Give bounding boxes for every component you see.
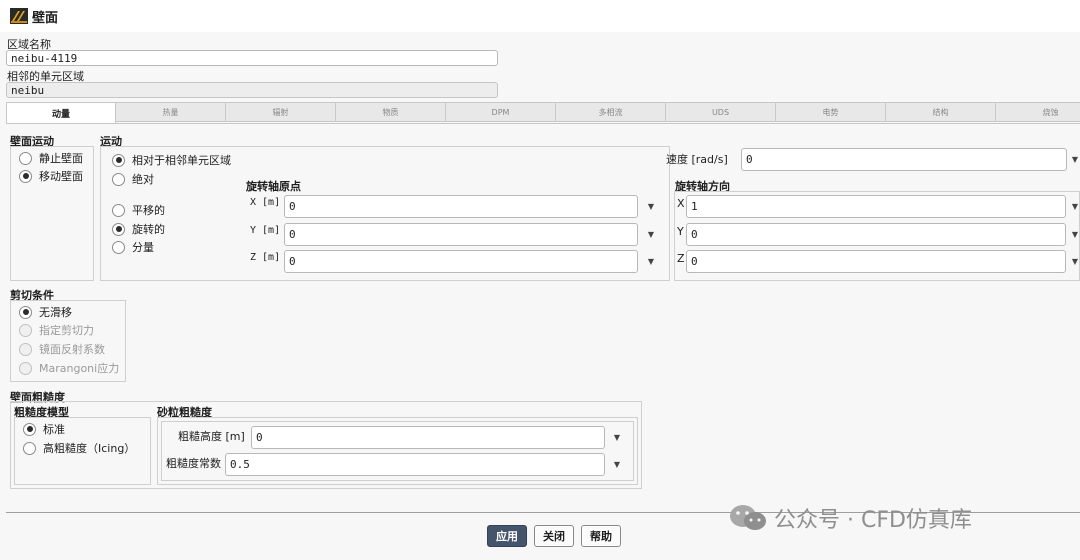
origin-y-label: Y [m]: [250, 225, 281, 236]
radio-button[interactable]: [19, 151, 32, 165]
radio-button[interactable]: [23, 441, 36, 455]
roughness-constant-input[interactable]: 0.5: [225, 453, 605, 476]
direction-x-input[interactable]: 1: [686, 195, 1066, 218]
help-button[interactable]: 帮助: [581, 525, 621, 547]
direction-z-input[interactable]: 0: [686, 250, 1066, 273]
radio-high-roughness-icing[interactable]: 高粗糙度（Icing）: [23, 439, 135, 457]
radio-marangoni-stress[interactable]: Marangoni应力: [19, 359, 119, 377]
wechat-icon: [730, 505, 766, 530]
zone-name-input[interactable]: neibu-4119: [6, 50, 498, 66]
origin-x-dropdown-icon[interactable]: ▼: [644, 195, 658, 217]
tab-momentum[interactable]: 动量: [6, 102, 116, 124]
radio-stationary-wall[interactable]: 静止壁面: [19, 149, 83, 167]
direction-z-label: Z: [677, 252, 685, 265]
origin-y-input[interactable]: 0: [284, 223, 638, 246]
radio-specified-shear[interactable]: 指定剪切力: [19, 321, 94, 339]
tab-multiphase[interactable]: 多相流: [556, 102, 666, 122]
radio-button[interactable]: [19, 169, 32, 183]
radio-label: 分量: [132, 241, 154, 254]
radio-label: 标准: [43, 423, 65, 436]
direction-x-label: X: [677, 197, 685, 210]
adjacent-zone-field: neibu: [6, 82, 498, 98]
tab-radiation[interactable]: 辐射: [226, 102, 336, 122]
radio-button[interactable]: [112, 203, 125, 217]
roughness-constant-dropdown-icon[interactable]: ▼: [610, 453, 624, 475]
radio-label: 指定剪切力: [39, 324, 94, 337]
speed-input[interactable]: 0: [741, 148, 1067, 171]
direction-z-dropdown-icon[interactable]: ▼: [1068, 250, 1080, 272]
radio-no-slip[interactable]: 无滑移: [19, 303, 72, 321]
tab-ablation[interactable]: 烧蚀: [996, 102, 1080, 122]
radio-button[interactable]: [19, 342, 32, 356]
close-button[interactable]: 关闭: [534, 525, 574, 547]
radio-button[interactable]: [112, 153, 125, 167]
radio-button[interactable]: [112, 240, 125, 254]
direction-y-label: Y: [677, 225, 684, 238]
radio-translational[interactable]: 平移的: [112, 201, 165, 219]
radio-label: 无滑移: [39, 306, 72, 319]
tab-thermal[interactable]: 热量: [116, 102, 226, 122]
origin-z-input[interactable]: 0: [284, 250, 638, 273]
roughness-constant-label: 粗糙度常数: [166, 457, 221, 470]
origin-z-label: Z [m]: [250, 252, 281, 263]
radio-components[interactable]: 分量: [112, 238, 154, 256]
radio-moving-wall[interactable]: 移动壁面: [19, 167, 83, 185]
radio-button[interactable]: [19, 361, 32, 375]
watermark: 公众号 · CFD仿真库: [728, 502, 972, 534]
axis-origin-title: 旋转轴原点: [246, 180, 301, 193]
radio-label: 绝对: [132, 173, 154, 186]
direction-y-dropdown-icon[interactable]: ▼: [1068, 223, 1080, 245]
radio-standard[interactable]: 标准: [23, 420, 65, 438]
speed-dropdown-icon[interactable]: ▼: [1068, 148, 1080, 170]
roughness-height-dropdown-icon[interactable]: ▼: [610, 426, 624, 448]
radio-rotational[interactable]: 旋转的: [112, 220, 165, 238]
direction-y-input[interactable]: 0: [686, 223, 1066, 246]
radio-button[interactable]: [23, 422, 36, 436]
roughness-height-input[interactable]: 0: [251, 426, 605, 449]
radio-button[interactable]: [112, 222, 125, 236]
watermark-text: 公众号 · CFD仿真库: [774, 508, 972, 533]
radio-specularity-coefficient[interactable]: 镜面反射系数: [19, 340, 105, 358]
origin-y-dropdown-icon[interactable]: ▼: [644, 223, 658, 245]
radio-label: 旋转的: [132, 223, 165, 236]
origin-x-label: X [m]: [250, 197, 281, 208]
radio-button[interactable]: [19, 305, 32, 319]
radio-button[interactable]: [19, 323, 32, 337]
radio-label: 相对于相邻单元区域: [132, 154, 231, 167]
radio-label: 静止壁面: [39, 152, 83, 165]
origin-x-input[interactable]: 0: [284, 195, 638, 218]
title-bar: [0, 0, 1080, 32]
radio-absolute[interactable]: 绝对: [112, 170, 154, 188]
radio-label: 移动壁面: [39, 170, 83, 183]
apply-button[interactable]: 应用: [487, 525, 527, 547]
roughness-height-label: 粗糙高度 [m]: [178, 430, 245, 443]
radio-label: Marangoni应力: [39, 362, 120, 375]
tab-bar: 动量 热量 辐射 物质 DPM 多相流 UDS 电势 结构 烧蚀: [6, 102, 1080, 124]
tab-uds[interactable]: UDS: [666, 102, 776, 122]
tab-dpm[interactable]: DPM: [446, 102, 556, 122]
tab-species[interactable]: 物质: [336, 102, 446, 122]
speed-label: 速度 [rad/s]: [666, 153, 728, 166]
direction-x-dropdown-icon[interactable]: ▼: [1068, 195, 1080, 217]
radio-relative-adjacent[interactable]: 相对于相邻单元区域: [112, 151, 231, 169]
radio-label: 高粗糙度（Icing）: [43, 442, 136, 455]
window-title: 壁面: [32, 11, 59, 26]
radio-label: 平移的: [132, 204, 165, 217]
tab-panel-border: [6, 123, 1080, 124]
tab-structure[interactable]: 结构: [886, 102, 996, 122]
radio-button[interactable]: [112, 172, 125, 186]
radio-label: 镜面反射系数: [39, 343, 105, 356]
wall-boundary-icon: [10, 8, 28, 24]
origin-z-dropdown-icon[interactable]: ▼: [644, 250, 658, 272]
tab-potential[interactable]: 电势: [776, 102, 886, 122]
